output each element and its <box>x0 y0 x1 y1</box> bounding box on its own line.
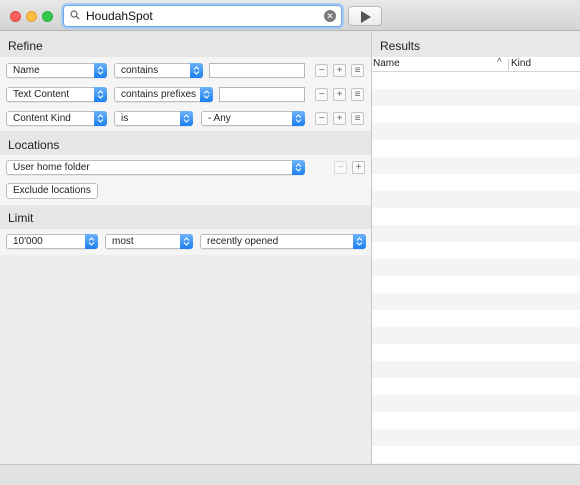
limit-title: Limit <box>8 211 34 225</box>
popup-chevrons-icon <box>292 160 305 175</box>
criterion-operator-label: contains <box>121 65 159 76</box>
popup-chevrons-icon <box>292 111 305 126</box>
popup-chevrons-icon <box>94 87 107 102</box>
criterion-attribute-popup[interactable]: Name <box>6 63 107 78</box>
popup-chevrons-icon <box>94 63 107 78</box>
criterion-value-popup[interactable]: - Any <box>201 111 305 126</box>
search-field[interactable]: HoudahSpot ✕ <box>63 5 342 27</box>
group-criterion-button[interactable]: ≡ <box>351 112 364 125</box>
play-icon <box>361 11 371 23</box>
search-input-value[interactable]: HoudahSpot <box>86 9 153 23</box>
column-separator[interactable] <box>508 59 509 70</box>
criterion-attribute-label: Name <box>13 65 40 76</box>
criterion-value-field[interactable] <box>209 63 305 78</box>
criterion-attribute-label: Content Kind <box>13 113 71 124</box>
limit-order-popup[interactable]: most <box>105 234 193 249</box>
clear-icon[interactable]: ✕ <box>324 10 336 22</box>
remove-criterion-button[interactable]: − <box>315 88 328 101</box>
minimize-window-button[interactable] <box>26 11 37 22</box>
add-criterion-button[interactable]: + <box>333 64 346 77</box>
limit-options: 10'000 most recently opened <box>0 229 371 255</box>
exclude-locations-button[interactable]: Exclude locations <box>6 183 98 199</box>
locations-title: Locations <box>8 138 60 152</box>
remove-location-button[interactable]: − <box>334 161 347 174</box>
criterion-attribute-popup[interactable]: Text Content <box>6 87 107 102</box>
limit-count-label: 10'000 <box>13 236 43 247</box>
zoom-window-button[interactable] <box>42 11 53 22</box>
remove-criterion-button[interactable]: − <box>315 112 328 125</box>
results-table-body[interactable] <box>372 72 580 464</box>
popup-chevrons-icon <box>85 234 98 249</box>
group-criterion-button[interactable]: ≡ <box>351 64 364 77</box>
results-column-header: Name ^ Kind <box>372 57 580 72</box>
limit-count-popup[interactable]: 10'000 <box>6 234 98 249</box>
remove-criterion-button[interactable]: − <box>315 64 328 77</box>
limit-sort-popup[interactable]: recently opened <box>200 234 366 249</box>
magnifier-icon <box>70 10 80 20</box>
results-header: Results <box>372 31 580 57</box>
limit-section-header: Limit <box>0 205 371 229</box>
close-window-button[interactable] <box>10 11 21 22</box>
locations-section-header: Locations <box>0 131 371 155</box>
status-bar <box>0 464 580 485</box>
column-header-kind[interactable]: Kind <box>511 58 531 69</box>
criterion-attribute-label: Text Content <box>13 89 70 100</box>
criterion-operator-popup[interactable]: contains prefixes <box>114 87 213 102</box>
column-header-name[interactable]: Name <box>373 58 400 69</box>
group-criterion-button[interactable]: ≡ <box>351 88 364 101</box>
window-toolbar: HoudahSpot ✕ <box>0 0 580 31</box>
add-location-button[interactable]: + <box>352 161 365 174</box>
add-criterion-button[interactable]: + <box>333 88 346 101</box>
popup-chevrons-icon <box>353 234 366 249</box>
popup-chevrons-icon <box>200 87 213 102</box>
refine-title: Refine <box>8 39 43 53</box>
add-criterion-button[interactable]: + <box>333 112 346 125</box>
limit-sort-label: recently opened <box>207 236 279 247</box>
criterion-attribute-popup[interactable]: Content Kind <box>6 111 107 126</box>
criterion-operator-label: is <box>121 113 129 124</box>
query-panel: Refine Name contains − + ≡ Text Content … <box>0 31 371 464</box>
popup-chevrons-icon <box>190 63 203 78</box>
criterion-value-label: - Any <box>208 113 231 124</box>
popup-chevrons-icon <box>180 234 193 249</box>
popup-chevrons-icon <box>180 111 193 126</box>
results-panel: Results Name ^ Kind <box>372 31 580 464</box>
location-popup[interactable]: User home folder <box>6 160 305 175</box>
criterion-operator-popup[interactable]: contains <box>114 63 203 78</box>
refine-criteria: Name contains − + ≡ Text Content contain… <box>0 57 371 131</box>
criterion-operator-popup[interactable]: is <box>114 111 193 126</box>
sort-ascending-icon: ^ <box>497 57 502 68</box>
locations-list: User home folder − + Exclude locations <box>0 155 371 205</box>
results-title: Results <box>380 39 421 53</box>
popup-chevrons-icon <box>94 111 107 126</box>
run-search-button[interactable] <box>348 6 382 26</box>
refine-section-header: Refine <box>0 31 371 57</box>
location-label: User home folder <box>13 162 90 173</box>
limit-order-label: most <box>112 236 134 247</box>
criterion-value-field[interactable] <box>219 87 305 102</box>
criterion-operator-label: contains prefixes <box>121 89 197 100</box>
